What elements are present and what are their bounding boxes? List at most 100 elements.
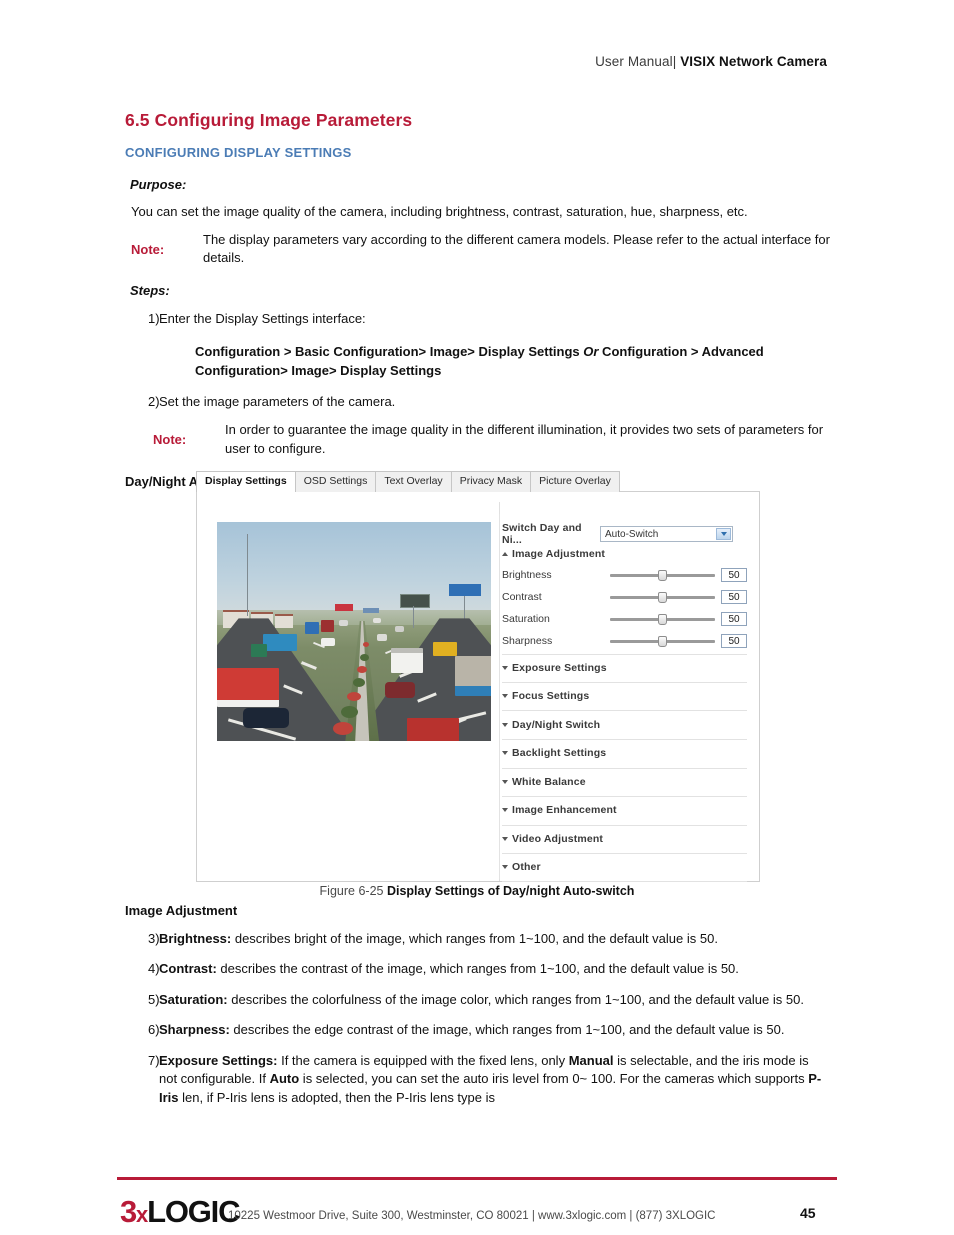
preview-median-bush xyxy=(360,654,369,661)
section-divider xyxy=(502,796,747,797)
slider-label-saturation: Saturation xyxy=(502,613,550,625)
section-header-exposure-settings-label: Exposure Settings xyxy=(512,662,607,674)
chevron-down-icon xyxy=(502,751,508,755)
section-header-image-adjustment-label: Image Adjustment xyxy=(512,548,606,560)
section-divider xyxy=(502,682,747,683)
figure-caption: Figure 6-25 Display Settings of Day/nigh… xyxy=(0,884,954,898)
preview-vehicle-truck-covered xyxy=(455,656,491,696)
page-number: 45 xyxy=(800,1205,816,1221)
section-header-focus-settings[interactable]: Focus Settings xyxy=(500,690,589,702)
slider-value-sharpness[interactable]: 50 xyxy=(721,634,747,648)
camera-ui-figure: Display Settings OSD Settings Text Overl… xyxy=(196,470,760,882)
note-text-1: The display parameters vary according to… xyxy=(203,231,830,265)
preview-vehicle-truck-blue xyxy=(263,634,297,651)
slider-track-saturation[interactable] xyxy=(610,613,715,625)
parameter-desc-part-1: If the camera is equipped with the fixed… xyxy=(277,1052,569,1068)
footer-divider xyxy=(117,1177,837,1180)
logo-logic: LOGIC xyxy=(147,1194,240,1229)
preview-median-bush xyxy=(353,678,365,687)
slider-track-sharpness[interactable] xyxy=(610,635,715,647)
parameter-term-exposure-settings: Exposure Settings: xyxy=(159,1052,278,1068)
footer-address: 10225 Westmoor Drive, Suite 300, Westmin… xyxy=(228,1210,716,1222)
switch-day-night-select[interactable]: Auto-Switch xyxy=(600,526,733,542)
camera-ui-tabbar: Display Settings OSD Settings Text Overl… xyxy=(196,470,620,492)
camera-ui-panel: Switch Day and Ni... Auto-Switch Image A… xyxy=(196,491,760,882)
camera-controls-column: Switch Day and Ni... Auto-Switch Image A… xyxy=(499,514,749,882)
upper-content: 6.5 Configuring Image Parameters CONFIGU… xyxy=(125,110,830,489)
image-adjustment-heading: Image Adjustment xyxy=(125,903,238,918)
slider-knob-contrast[interactable] xyxy=(658,592,667,603)
section-header-backlight-settings-label: Backlight Settings xyxy=(512,747,607,759)
section-subtitle: CONFIGURING DISPLAY SETTINGS xyxy=(125,145,352,160)
chevron-down-icon[interactable] xyxy=(716,528,731,540)
note-label: Note: xyxy=(131,241,165,257)
parameter-desc-part-4: len, if P-Iris lens is adopted, then the… xyxy=(178,1089,495,1105)
page-title: 6.5 Configuring Image Parameters xyxy=(125,110,830,131)
section-header-image-enhancement[interactable]: Image Enhancement xyxy=(500,804,617,816)
preview-pole xyxy=(247,534,248,616)
slider-knob-sharpness[interactable] xyxy=(658,636,667,647)
section-header-video-adjustment[interactable]: Video Adjustment xyxy=(500,833,603,845)
preview-median-flower xyxy=(357,666,367,673)
chevron-down-icon xyxy=(502,666,508,670)
section-divider xyxy=(502,853,747,854)
step-item-2: 2) Set the image parameters of the camer… xyxy=(125,393,830,411)
steps-list-2: 2) Set the image parameters of the camer… xyxy=(125,393,830,411)
parameter-item-contrast: 4) Contrast: describes the contrast of t… xyxy=(125,960,830,978)
preview-pole xyxy=(413,606,414,628)
preview-pole xyxy=(464,596,465,622)
preview-vehicle-car-far xyxy=(373,618,381,623)
parameter-item-sharpness: 6) Sharpness: describes the edge contras… xyxy=(125,1021,830,1039)
slider-value-saturation[interactable]: 50 xyxy=(721,612,747,626)
parameter-term-brightness: Brightness: xyxy=(159,931,232,946)
tab-privacy-mask[interactable]: Privacy Mask xyxy=(450,471,532,492)
tab-picture-overlay[interactable]: Picture Overlay xyxy=(530,471,620,492)
section-divider xyxy=(502,710,747,711)
tab-text-overlay[interactable]: Text Overlay xyxy=(375,471,452,492)
parameter-desc-part-3: is selected, you can set the auto iris l… xyxy=(299,1071,809,1087)
tab-display-settings[interactable]: Display Settings xyxy=(196,471,296,492)
parameter-term-saturation: Saturation: xyxy=(159,991,228,1007)
slider-track-brightness[interactable] xyxy=(610,569,715,581)
slider-track-contrast[interactable] xyxy=(610,591,715,603)
slider-value-brightness[interactable]: 50 xyxy=(721,568,747,582)
parameter-desc-contrast: describes the contrast of the image, whi… xyxy=(216,961,739,977)
slider-knob-saturation[interactable] xyxy=(658,614,667,625)
preview-vehicle-truck-yellow xyxy=(433,642,457,656)
section-header-video-adjustment-label: Video Adjustment xyxy=(512,833,604,845)
section-number: 6.5 xyxy=(125,110,150,130)
section-header-day-night-switch[interactable]: Day/Night Switch xyxy=(500,719,600,731)
parameter-desc-brightness: describes bright of the image, which ran… xyxy=(231,931,718,946)
note-block-2: Note: In order to guarantee the image qu… xyxy=(153,421,830,458)
section-header-backlight-settings[interactable]: Backlight Settings xyxy=(500,747,606,759)
step-item-1: 1) Enter the Display Settings interface: xyxy=(125,310,830,328)
preview-vehicle-car-small xyxy=(339,620,348,626)
slider-knob-brightness[interactable] xyxy=(658,570,667,581)
switch-day-night-row: Switch Day and Ni... Auto-Switch xyxy=(502,522,733,546)
parameter-item-brightness: 3) Brightness: describes bright of the i… xyxy=(125,930,830,948)
parameter-marker-7: 7) xyxy=(148,1052,160,1068)
chevron-down-icon xyxy=(502,780,508,784)
parameter-marker-5: 5) xyxy=(148,991,160,1007)
logo-x: x xyxy=(136,1202,148,1227)
navigation-path-or: Or xyxy=(583,343,599,359)
steps-list: 1) Enter the Display Settings interface: xyxy=(125,310,830,328)
steps-label: Steps: xyxy=(130,283,170,299)
parameter-marker-4: 4) xyxy=(148,961,160,977)
logo-3: 3 xyxy=(120,1194,137,1229)
step-marker-2: 2) xyxy=(148,393,160,409)
tab-osd-settings[interactable]: OSD Settings xyxy=(294,471,377,492)
slider-row-sharpness: Sharpness 50 xyxy=(502,634,747,648)
slider-row-brightness: Brightness 50 xyxy=(502,568,747,582)
running-header: User Manual| VISIX Network Camera xyxy=(595,54,827,69)
section-header-white-balance[interactable]: White Balance xyxy=(500,776,586,788)
chevron-down-icon xyxy=(502,723,508,727)
preview-vehicle-coach-white xyxy=(391,648,423,673)
section-header-other[interactable]: Other xyxy=(500,861,541,873)
parameter-marker-3: 3) xyxy=(148,931,160,946)
slider-value-contrast[interactable]: 50 xyxy=(721,590,747,604)
section-header-image-adjustment[interactable]: Image Adjustment xyxy=(500,548,605,560)
purpose-text: You can set the image quality of the cam… xyxy=(131,204,748,219)
preview-vehicle-truck-red xyxy=(407,718,459,741)
section-header-exposure-settings[interactable]: Exposure Settings xyxy=(500,662,607,674)
